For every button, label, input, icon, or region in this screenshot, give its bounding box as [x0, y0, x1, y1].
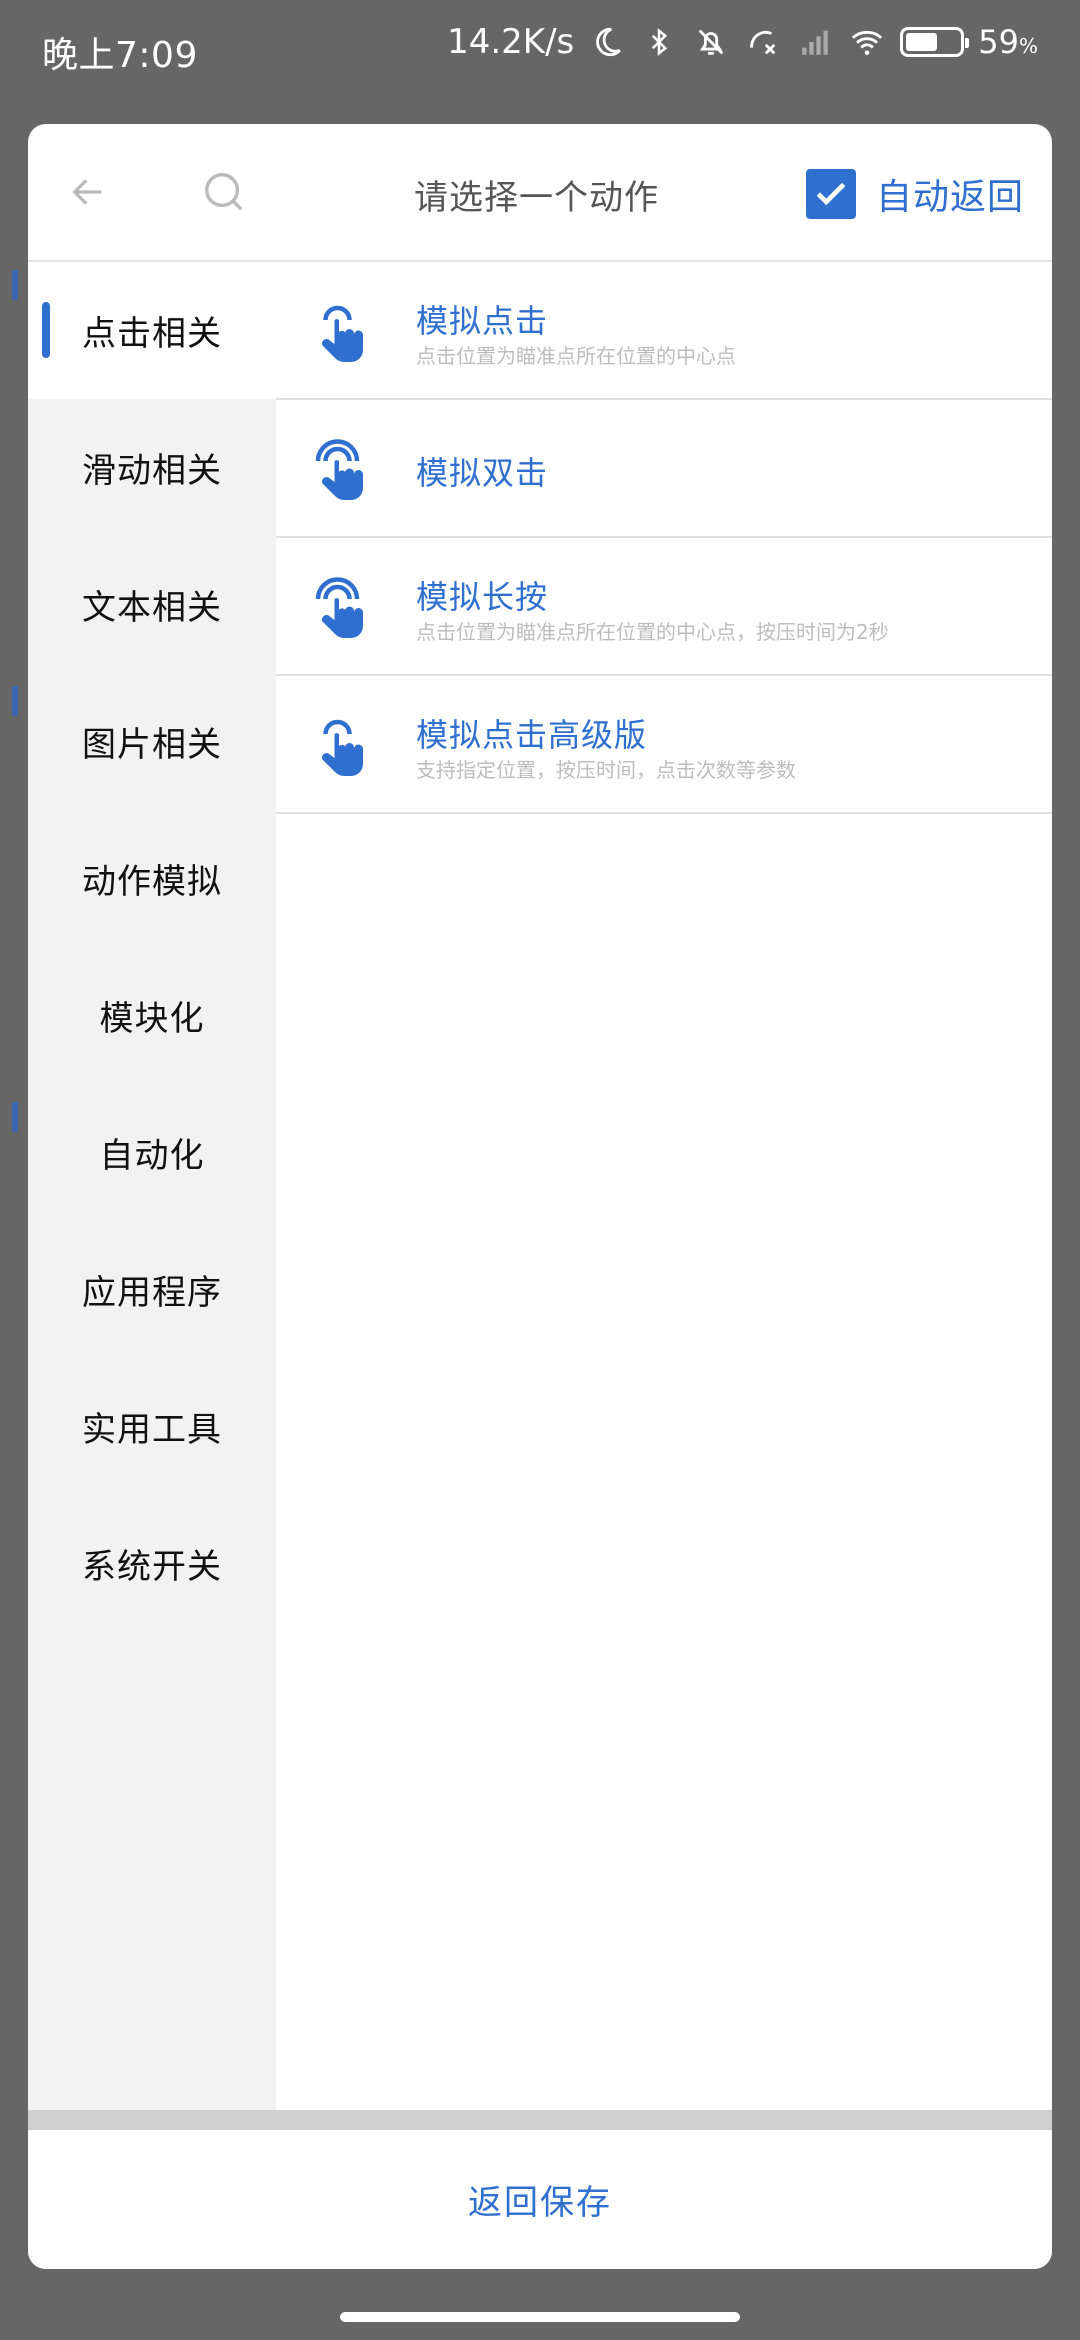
sidebar-item-system-switches[interactable]: 系统开关: [28, 1495, 276, 1632]
action-description: 支持指定位置，按压时间，点击次数等参数: [416, 758, 796, 782]
sidebar-item-label: 应用程序: [82, 1273, 222, 1313]
sidebar-item-label: 文本相关: [82, 588, 222, 628]
bell-off-icon: [692, 23, 730, 61]
sidebar-item-label: 系统开关: [82, 1547, 222, 1587]
action-title: 模拟双击: [416, 454, 549, 492]
tap-icon: [322, 305, 363, 362]
sidebar-item-label: 动作模拟: [82, 862, 222, 902]
status-icons: 14.2K/s 59%: [447, 22, 1038, 62]
action-item-tap[interactable]: 模拟点击 点击位置为瞄准点所在位置的中心点: [276, 262, 1052, 400]
battery-fill: [906, 33, 938, 51]
category-sidebar: 点击相关 滑动相关 文本相关 图片相关 动作模拟 模块化 自动化 应用程序 实用…: [28, 262, 276, 2110]
sidebar-item-modular[interactable]: 模块化: [28, 947, 276, 1084]
sidebar-item-action-simulation[interactable]: 动作模拟: [28, 810, 276, 947]
search-button[interactable]: [196, 164, 252, 220]
sidebar-item-label: 图片相关: [82, 725, 222, 765]
arrow-left-icon: [72, 179, 102, 205]
sidebar-item-automation[interactable]: 自动化: [28, 1084, 276, 1221]
action-description: 点击位置为瞄准点所在位置的中心点: [416, 344, 736, 368]
call-missed-icon: [744, 23, 782, 61]
signal-icon: [796, 23, 834, 61]
action-item-double-tap[interactable]: 模拟双击: [276, 400, 1052, 538]
wifi-icon: [848, 23, 886, 61]
dialog-title: 请选择一个动作: [414, 178, 659, 218]
battery-percent: 59%: [978, 23, 1038, 61]
action-description: 点击位置为瞄准点所在位置的中心点，按压时间为2秒: [416, 620, 889, 644]
action-item-long-press[interactable]: 模拟长按 点击位置为瞄准点所在位置的中心点，按压时间为2秒: [276, 538, 1052, 676]
double-tap-icon: [315, 439, 363, 500]
sidebar-item-image[interactable]: 图片相关: [28, 673, 276, 810]
sidebar-item-click[interactable]: 点击相关: [28, 262, 276, 399]
action-list: 模拟点击 点击位置为瞄准点所在位置的中心点 模拟双击 模拟长按 点击位置为瞄准点…: [276, 262, 1052, 2110]
status-time: 晚上7:09: [42, 35, 198, 76]
background-edge-mark: [12, 1102, 18, 1132]
status-bar: 晚上7:09 14.2K/s 59%: [0, 0, 1080, 100]
bluetooth-icon: [640, 23, 678, 61]
footer-divider: [28, 2110, 1052, 2130]
action-title: 模拟点击高级版: [416, 716, 648, 754]
net-speed: 14.2K/s: [447, 22, 575, 62]
auto-return-checkbox[interactable]: [805, 169, 856, 219]
sidebar-item-text[interactable]: 文本相关: [28, 536, 276, 673]
action-title: 模拟长按: [416, 578, 549, 616]
auto-return-toggle[interactable]: 自动返回: [805, 168, 1024, 220]
sidebar-item-swipe[interactable]: 滑动相关: [28, 399, 276, 536]
moon-icon: [588, 23, 626, 61]
background-edge-mark: [12, 686, 18, 716]
battery-icon: [900, 27, 970, 57]
sidebar-item-utilities[interactable]: 实用工具: [28, 1358, 276, 1495]
return-save-button[interactable]: 返回保存: [428, 2155, 652, 2244]
action-picker-dialog: 请选择一个动作 自动返回 点击相关 滑动相关 文本相关 图片相关 动作模拟 模块…: [28, 124, 1052, 2269]
action-title: 模拟点击: [416, 302, 549, 340]
background-edge-mark: [12, 270, 18, 300]
sidebar-item-label: 滑动相关: [82, 451, 222, 491]
sidebar-item-applications[interactable]: 应用程序: [28, 1221, 276, 1358]
active-indicator: [42, 302, 50, 358]
action-item-tap-advanced[interactable]: 模拟点击高级版 支持指定位置，按压时间，点击次数等参数: [276, 676, 1052, 814]
sidebar-item-label: 点击相关: [82, 314, 222, 354]
sidebar-item-label: 实用工具: [82, 1410, 222, 1450]
home-indicator[interactable]: [340, 2312, 740, 2322]
long-press-icon: [315, 577, 363, 638]
dialog-header: 请选择一个动作 自动返回: [28, 124, 1052, 262]
dialog-footer: 返回保存: [28, 2130, 1052, 2269]
tap-icon: [322, 719, 363, 776]
check-icon: [816, 182, 846, 206]
sidebar-item-label: 自动化: [99, 1136, 205, 1176]
search-icon: [205, 173, 243, 211]
back-button[interactable]: [60, 164, 116, 220]
auto-return-label[interactable]: 自动返回: [876, 168, 1024, 220]
sidebar-item-label: 模块化: [99, 999, 205, 1039]
